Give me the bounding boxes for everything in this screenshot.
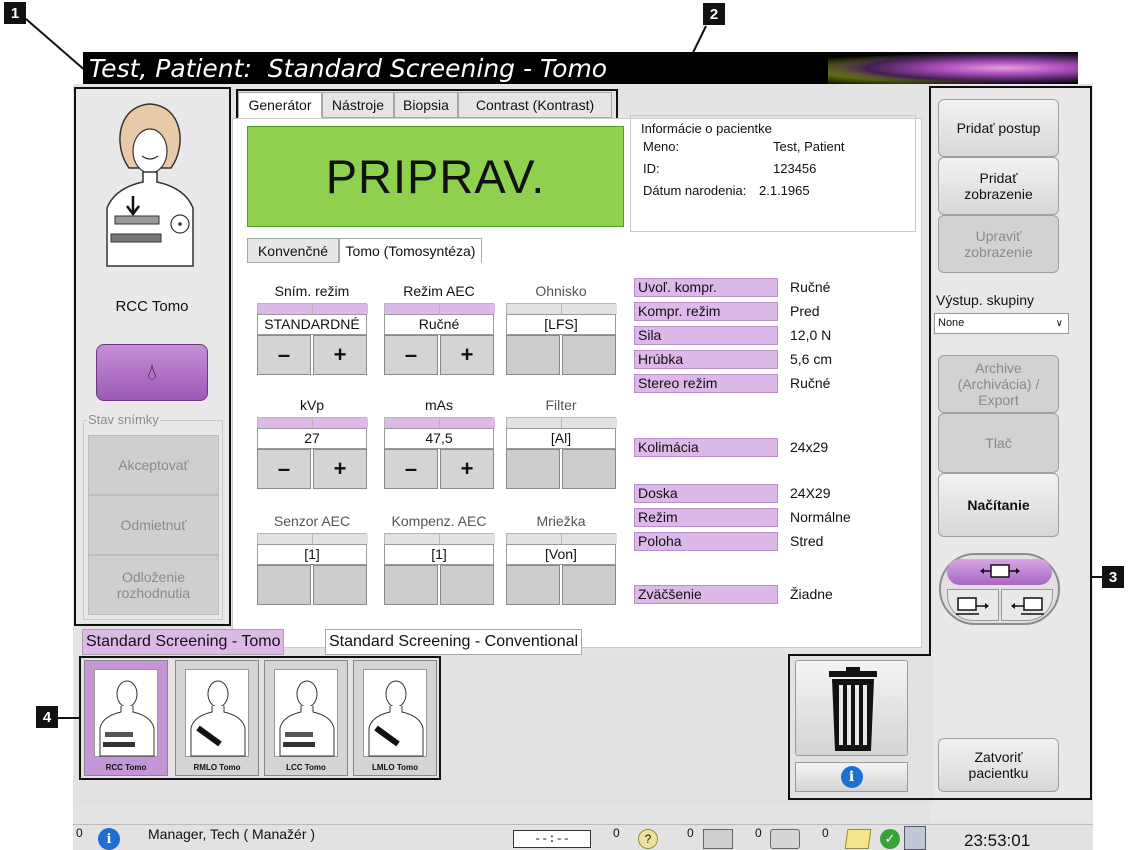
filter-value: [Al] — [506, 428, 616, 449]
procedure-tab-conventional[interactable]: Standard Screening - Conventional — [325, 629, 583, 655]
property-label: Zväčšenie — [634, 585, 778, 604]
subtab-tomo[interactable]: Tomo (Tomosyntéza) — [339, 238, 482, 263]
system-icon[interactable] — [904, 826, 926, 850]
grid-label: Mriežka — [536, 513, 586, 529]
aec-sensor-decrease-button[interactable] — [257, 565, 311, 605]
property-label: Stereo režim — [634, 374, 778, 393]
patient-id-label: ID: — [643, 161, 660, 176]
grid-value: [Von] — [506, 544, 616, 565]
callout-box-4 — [79, 656, 441, 780]
mas-decrease-button[interactable]: – — [384, 449, 438, 489]
property-label: Režim — [634, 508, 778, 527]
user-name: Manager, Tech ( Manažér ) — [148, 826, 316, 842]
filter-decrease-button[interactable] — [506, 449, 560, 489]
patient-name-label: Meno: — [643, 139, 680, 154]
property-label: Doska — [634, 484, 778, 503]
ready-indicator: PRIPRAV. — [247, 126, 624, 227]
status-count-2: 0 — [687, 826, 694, 840]
note-icon[interactable] — [844, 829, 872, 849]
capture-mode-increase-button[interactable]: + — [313, 335, 367, 375]
property-label: Kompr. režim — [634, 302, 778, 321]
callout-box-3b — [929, 86, 1092, 656]
aec-compensation-label: Kompenz. AEC — [391, 513, 487, 529]
capture-mode-decrease-button[interactable]: – — [257, 335, 311, 375]
plus-icon: + — [333, 342, 347, 367]
focal-spot-increase-button[interactable] — [562, 335, 616, 375]
aec-sensor-value: [1] — [257, 544, 367, 565]
callout-4: 4 — [36, 706, 58, 728]
aec-compensation-decrease-button[interactable] — [384, 565, 438, 605]
minus-icon: – — [404, 342, 418, 367]
mas-label: mAs — [425, 397, 453, 413]
callout-box-2 — [236, 89, 618, 121]
aec-sensor-increase-button[interactable] — [313, 565, 367, 605]
capture-mode-label: Sním. režim — [274, 283, 350, 299]
window-title: Test, Patient: Standard Screening - Tomo — [89, 54, 608, 83]
property-label: Poloha — [634, 532, 778, 551]
callout-1: 1 — [4, 2, 26, 24]
title-decoration — [828, 52, 1078, 84]
callout-box-3c — [788, 654, 931, 800]
focal-spot-decrease-button[interactable] — [506, 335, 560, 375]
callout-box-1 — [74, 87, 231, 626]
dose-timer: --:-- — [513, 830, 591, 848]
minus-icon: – — [277, 456, 291, 481]
clock: 23:53:01 — [964, 831, 1031, 850]
kvp-decrease-button[interactable]: – — [257, 449, 311, 489]
callout-3: 3 — [1102, 566, 1124, 588]
aec-compensation-increase-button[interactable] — [440, 565, 494, 605]
plus-icon: + — [460, 342, 474, 367]
user-count: 0 — [76, 826, 83, 840]
callout-line-1 — [25, 18, 88, 73]
aec-sensor-label: Senzor AEC — [273, 513, 351, 529]
grid-increase-button[interactable] — [562, 565, 616, 605]
title-bar: Test, Patient: Standard Screening - Tomo — [83, 52, 1078, 84]
callout-line-4 — [58, 717, 79, 719]
grid-decrease-button[interactable] — [506, 565, 560, 605]
aec-mode-decrease-button[interactable]: – — [384, 335, 438, 375]
status-count-3: 0 — [755, 826, 762, 840]
minus-icon: – — [404, 456, 418, 481]
patient-dob-label: Dátum narodenia: — [643, 183, 747, 198]
patient-info-legend: Informácie o pacientke — [641, 121, 772, 136]
focal-spot-label: Ohnisko — [535, 283, 587, 299]
user-info-icon[interactable]: i — [98, 828, 120, 850]
callout-line-3 — [1090, 576, 1103, 578]
monitor-icon[interactable] — [703, 829, 733, 849]
aec-mode-increase-button[interactable]: + — [440, 335, 494, 375]
filter-label: Filter — [545, 397, 577, 413]
procedure-tab-tomo[interactable]: Standard Screening - Tomo — [82, 629, 285, 655]
plus-icon: + — [333, 456, 347, 481]
help-icon[interactable]: ? — [638, 829, 658, 849]
printer-icon[interactable] — [770, 829, 800, 849]
status-count-1: 0 — [613, 826, 620, 840]
aec-compensation-value: [1] — [384, 544, 494, 565]
mas-value: 47,5 — [384, 428, 494, 449]
capture-mode-value: STANDARDNÉ — [257, 314, 367, 335]
check-icon[interactable]: ✓ — [880, 829, 900, 849]
callout-2: 2 — [703, 3, 725, 25]
mas-increase-button[interactable]: + — [440, 449, 494, 489]
property-label: Uvoľ. kompr. — [634, 278, 778, 297]
focal-spot-value: [LFS] — [506, 314, 616, 335]
kvp-label: kVp — [299, 397, 325, 413]
property-label: Hrúbka — [634, 350, 778, 369]
status-count-4: 0 — [822, 826, 829, 840]
subtab-conventional[interactable]: Konvenčné — [247, 238, 339, 263]
minus-icon: – — [277, 342, 291, 367]
kvp-value: 27 — [257, 428, 367, 449]
kvp-increase-button[interactable]: + — [313, 449, 367, 489]
plus-icon: + — [460, 456, 474, 481]
filter-increase-button[interactable] — [562, 449, 616, 489]
property-label: Sila — [634, 326, 778, 345]
property-label: Kolimácia — [634, 438, 778, 457]
aec-mode-label: Režim AEC — [403, 283, 475, 299]
aec-mode-value: Ručné — [384, 314, 494, 335]
